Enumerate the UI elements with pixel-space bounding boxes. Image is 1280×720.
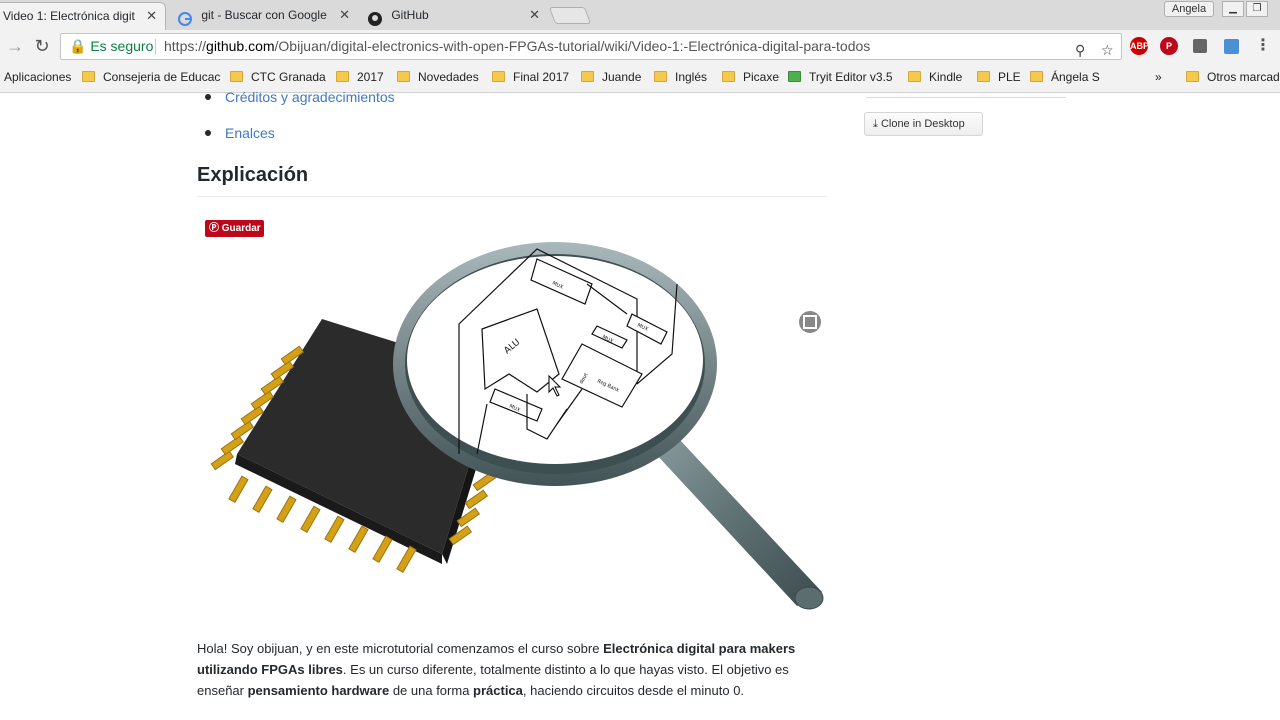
- extension-grid-icon[interactable]: [1224, 39, 1239, 54]
- folder-icon: [230, 71, 243, 82]
- folder-icon: [1186, 71, 1199, 82]
- bookmark-label: Ángela S: [1051, 70, 1100, 84]
- browser-toolbar: → ↻ 🔒 Es seguro https://github.com/Obiju…: [0, 30, 1280, 63]
- bookmark-label: 2017: [357, 70, 384, 84]
- folder-icon: [977, 71, 990, 82]
- folder-icon: [397, 71, 410, 82]
- bookmark-label: CTC Granada: [251, 70, 326, 84]
- bookmark-label: Picaxe: [743, 70, 780, 84]
- toc-link-creditos[interactable]: Créditos y agradecimientos: [225, 89, 395, 105]
- intro-paragraph: Hola! Soy obijuan, y en este microtutori…: [197, 641, 796, 698]
- omnibox-separator: [155, 39, 156, 55]
- w3-icon: [788, 71, 801, 82]
- google-icon: [178, 9, 192, 26]
- bookmark-folder[interactable]: Inglés: [654, 70, 707, 84]
- bookmark-folder[interactable]: CTC Granada: [230, 70, 326, 84]
- bookmark-label: Inglés: [675, 70, 708, 84]
- clone-in-desktop-button[interactable]: ⤓ Clone in Desktop: [864, 112, 983, 136]
- folder-icon: [581, 71, 594, 82]
- lock-icon: 🔒: [69, 38, 87, 54]
- reload-icon[interactable]: ↻: [31, 36, 53, 58]
- bookmark-folder[interactable]: Novedades: [397, 70, 479, 84]
- folder-icon: [908, 71, 921, 82]
- download-icon: ⤓: [873, 118, 878, 130]
- url-text[interactable]: https://github.com/Obijuan/digital-elect…: [164, 34, 870, 59]
- bookmarks-overflow-button[interactable]: »: [1155, 70, 1162, 84]
- adblock-icon[interactable]: ABP: [1130, 37, 1149, 55]
- pinterest-icon: Ⓟ: [209, 223, 219, 234]
- tab-github[interactable]: GitHub ✕: [360, 2, 548, 30]
- bookmark-label: Tryit Editor v3.5: [809, 70, 893, 84]
- bookmark-folder-other[interactable]: Otros marcad: [1186, 70, 1280, 84]
- bookmark-folder[interactable]: Ángela S: [1030, 70, 1100, 84]
- bookmarks-bar: Aplicaciones Consejeria de Educac CTC Gr…: [0, 63, 1280, 93]
- bookmark-folder[interactable]: 2017: [336, 70, 384, 84]
- tab-wiki-video[interactable]: Video 1: Electrónica digit ✕: [0, 2, 166, 30]
- eyedropper-icon[interactable]: [1193, 39, 1207, 53]
- url-path: /Obijuan/digital-electronics-with-open-F…: [274, 38, 871, 54]
- chip-magnifier-illustration: ALU Reg Bank MUX MUX MUX MUX dout: [210, 242, 824, 610]
- forward-arrow-icon[interactable]: →: [4, 36, 26, 58]
- tab-google-search[interactable]: git - Buscar con Google ✕: [170, 2, 358, 30]
- bookmark-apps[interactable]: Aplicaciones: [4, 70, 71, 84]
- restore-icon[interactable]: ❐: [1246, 1, 1268, 17]
- bookmark-site[interactable]: Tryit Editor v3.5: [788, 70, 893, 84]
- menu-icon[interactable]: ⋮: [1254, 37, 1272, 55]
- new-tab-button[interactable]: [548, 7, 592, 24]
- folder-icon: [722, 71, 735, 82]
- section-heading: Explicación: [197, 164, 309, 186]
- close-tab-icon[interactable]: ✕: [339, 2, 350, 28]
- folder-icon: [492, 71, 505, 82]
- secure-indicator[interactable]: 🔒 Es seguro: [69, 34, 153, 59]
- sidebar-divider: [866, 94, 1066, 98]
- close-tab-icon[interactable]: ✕: [146, 3, 157, 29]
- bookmark-label: Final 2017: [513, 70, 570, 84]
- bookmark-folder[interactable]: Picaxe: [722, 70, 779, 84]
- minimize-icon[interactable]: ▁: [1222, 1, 1244, 17]
- url-domain: github.com: [206, 38, 275, 54]
- bookmark-folder[interactable]: Juande: [581, 70, 641, 84]
- bookmark-label: Novedades: [418, 70, 479, 84]
- fullscreen-icon: [799, 311, 821, 333]
- bookmark-label: Juande: [602, 70, 642, 84]
- folder-icon: [1030, 71, 1043, 82]
- bookmark-label: Consejeria de Educac: [103, 70, 221, 84]
- tab-title: Video 1: Electrónica digit: [3, 9, 135, 23]
- pin-label: Guardar: [221, 223, 261, 234]
- pinterest-icon[interactable]: P: [1160, 37, 1178, 55]
- close-tab-icon[interactable]: ✕: [529, 2, 540, 28]
- star-icon[interactable]: ☆: [1101, 38, 1114, 63]
- url-scheme: https://: [164, 38, 207, 54]
- tab-title: git - Buscar con Google: [201, 8, 327, 22]
- bookmark-label: Otros marcad: [1207, 70, 1280, 84]
- bookmark-folder[interactable]: Kindle: [908, 70, 962, 84]
- bookmark-folder[interactable]: Final 2017: [492, 70, 569, 84]
- bookmark-folder[interactable]: PLE: [977, 70, 1021, 84]
- list-bullet: [205, 130, 211, 136]
- github-icon: [368, 9, 382, 26]
- secure-label: Es seguro: [90, 38, 154, 54]
- pinterest-save-button[interactable]: Ⓟ Guardar: [205, 220, 264, 237]
- folder-icon: [654, 71, 667, 82]
- folder-icon: [336, 71, 349, 82]
- bookmark-label: Aplicaciones: [4, 70, 72, 84]
- folder-icon: [82, 71, 95, 82]
- address-bar[interactable]: 🔒 Es seguro https://github.com/Obijuan/d…: [60, 33, 1122, 60]
- wiki-page: Créditos y agradecimientos Enalces Expli…: [0, 89, 1280, 720]
- bookmark-label: Kindle: [929, 70, 963, 84]
- search-icon[interactable]: ⚲: [1075, 38, 1085, 63]
- heading-divider: [197, 196, 827, 197]
- list-bullet: [205, 94, 211, 100]
- clone-label: Clone in Desktop: [880, 118, 965, 130]
- bookmark-label: PLE: [998, 70, 1021, 84]
- profile-button[interactable]: Angela: [1164, 1, 1214, 17]
- bookmark-folder[interactable]: Consejeria de Educac: [82, 70, 220, 84]
- magnifier-icon: ALU Reg Bank MUX MUX MUX MUX dout: [393, 242, 824, 610]
- tab-bar: Video 1: Electrónica digit ✕ git - Busca…: [0, 0, 1280, 30]
- toc-link-enlaces[interactable]: Enalces: [225, 125, 275, 141]
- tab-title: GitHub: [391, 8, 429, 22]
